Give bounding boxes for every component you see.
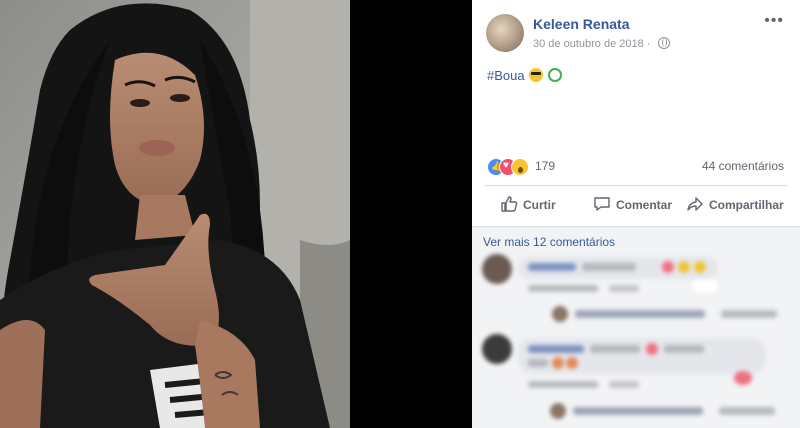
reply-link[interactable]: [550, 403, 776, 419]
comment-bubble: [518, 338, 766, 374]
post-sidebar: Keleen Renata 30 de outubro de 2018 · ••…: [472, 0, 800, 428]
reply-link[interactable]: [552, 306, 778, 322]
comments-section: Ver mais 12 comentários: [472, 227, 800, 428]
share-arrow-icon: [687, 197, 703, 211]
like-button[interactable]: Curtir: [500, 195, 556, 213]
photo-image: [0, 0, 350, 428]
commenter-avatar[interactable]: [482, 254, 512, 284]
comment-icon: [594, 197, 610, 211]
reaction-count[interactable]: 179: [535, 159, 555, 173]
commenter-avatar[interactable]: [482, 334, 512, 364]
author-avatar[interactable]: [486, 14, 524, 52]
hashtag-link[interactable]: #Boua: [487, 68, 525, 83]
recycle-symbol-icon: [547, 68, 562, 82]
comments-count[interactable]: 44 comentários: [702, 159, 784, 173]
comment-button[interactable]: Comentar: [593, 195, 672, 213]
date-separator: ·: [646, 38, 651, 50]
smiling-face-with-sunglasses-icon: [529, 68, 544, 82]
comment-bubble: [518, 257, 718, 279]
thumbs-up-icon: [501, 196, 518, 212]
comment-meta: [528, 284, 639, 294]
comment-label: Comentar: [616, 198, 673, 212]
comment-meta: [528, 380, 639, 390]
post-date[interactable]: 30 de outubro de 2018: [533, 38, 644, 50]
post-header: Keleen Renata 30 de outubro de 2018 · ••…: [472, 0, 800, 60]
like-label: Curtir: [523, 198, 556, 212]
globe-icon: [657, 37, 670, 49]
see-more-comments-link[interactable]: Ver mais 12 comentários: [483, 235, 615, 249]
post-photo[interactable]: [0, 0, 350, 428]
share-label: Compartilhar: [709, 198, 784, 212]
action-bar: Curtir Comentar Compartilhar: [472, 186, 800, 220]
wow-reaction-icon: [511, 158, 529, 176]
post-date-row: 30 de outubro de 2018 ·: [533, 37, 670, 50]
post-text: #Boua: [487, 68, 562, 83]
photo-viewer: [0, 0, 472, 428]
ellipsis-icon[interactable]: •••: [764, 12, 784, 30]
share-button[interactable]: Compartilhar: [686, 195, 784, 213]
author-name[interactable]: Keleen Renata: [533, 16, 629, 32]
